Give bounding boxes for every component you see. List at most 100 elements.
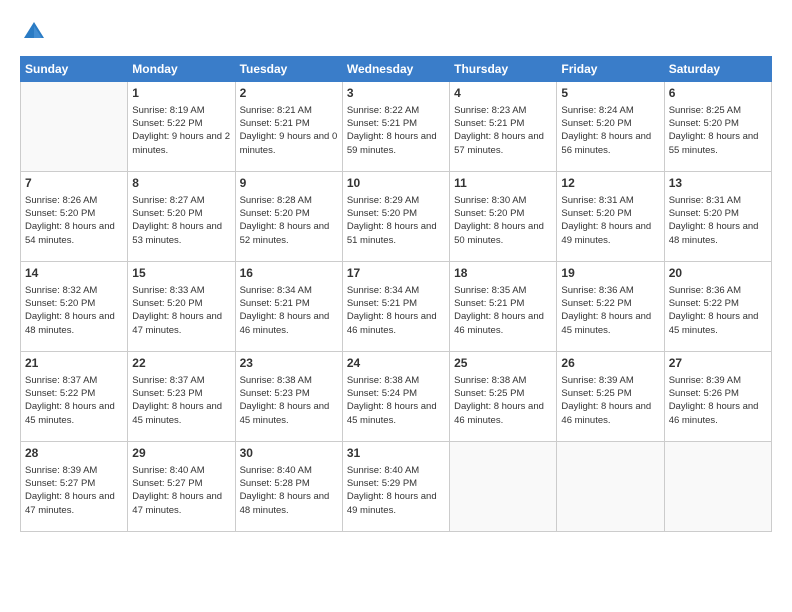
day-number: 2 <box>240 85 338 102</box>
day-cell: 23 Sunrise: 8:38 AMSunset: 5:23 PMDayligh… <box>235 352 342 442</box>
day-number: 10 <box>347 175 445 192</box>
day-info: Sunrise: 8:34 AMSunset: 5:21 PMDaylight:… <box>240 284 338 337</box>
day-info: Sunrise: 8:36 AMSunset: 5:22 PMDaylight:… <box>561 284 659 337</box>
day-number: 15 <box>132 265 230 282</box>
day-info: Sunrise: 8:22 AMSunset: 5:21 PMDaylight:… <box>347 104 445 157</box>
day-cell: 5 Sunrise: 8:24 AMSunset: 5:20 PMDaylight… <box>557 82 664 172</box>
day-number: 11 <box>454 175 552 192</box>
day-number: 14 <box>25 265 123 282</box>
day-cell: 22 Sunrise: 8:37 AMSunset: 5:23 PMDayligh… <box>128 352 235 442</box>
day-info: Sunrise: 8:26 AMSunset: 5:20 PMDaylight:… <box>25 194 123 247</box>
weekday-header-monday: Monday <box>128 57 235 82</box>
day-cell: 26 Sunrise: 8:39 AMSunset: 5:25 PMDayligh… <box>557 352 664 442</box>
day-number: 17 <box>347 265 445 282</box>
day-number: 20 <box>669 265 767 282</box>
day-info: Sunrise: 8:40 AMSunset: 5:27 PMDaylight:… <box>132 464 230 517</box>
day-info: Sunrise: 8:38 AMSunset: 5:24 PMDaylight:… <box>347 374 445 427</box>
day-number: 21 <box>25 355 123 372</box>
day-info: Sunrise: 8:33 AMSunset: 5:20 PMDaylight:… <box>132 284 230 337</box>
day-cell <box>21 82 128 172</box>
day-cell: 30 Sunrise: 8:40 AMSunset: 5:28 PMDayligh… <box>235 442 342 532</box>
day-info: Sunrise: 8:37 AMSunset: 5:23 PMDaylight:… <box>132 374 230 427</box>
week-row-2: 7Sunrise: 8:26 AMSunset: 5:20 PMDaylight… <box>21 172 772 262</box>
day-cell: 17 Sunrise: 8:34 AMSunset: 5:21 PMDayligh… <box>342 262 449 352</box>
week-row-4: 21 Sunrise: 8:37 AMSunset: 5:22 PMDayligh… <box>21 352 772 442</box>
weekday-header-friday: Friday <box>557 57 664 82</box>
day-number: 3 <box>347 85 445 102</box>
day-cell: 1 Sunrise: 8:19 AMSunset: 5:22 PMDaylight… <box>128 82 235 172</box>
day-info: Sunrise: 8:38 AMSunset: 5:23 PMDaylight:… <box>240 374 338 427</box>
day-number: 30 <box>240 445 338 462</box>
day-info: Sunrise: 8:28 AMSunset: 5:20 PMDaylight:… <box>240 194 338 247</box>
day-cell: 6Sunrise: 8:25 AMSunset: 5:20 PMDaylight… <box>664 82 771 172</box>
day-cell: 19 Sunrise: 8:36 AMSunset: 5:22 PMDayligh… <box>557 262 664 352</box>
day-info: Sunrise: 8:24 AMSunset: 5:20 PMDaylight:… <box>561 104 659 157</box>
weekday-header-saturday: Saturday <box>664 57 771 82</box>
day-cell: 29 Sunrise: 8:40 AMSunset: 5:27 PMDayligh… <box>128 442 235 532</box>
day-cell: 2 Sunrise: 8:21 AMSunset: 5:21 PMDaylight… <box>235 82 342 172</box>
day-info: Sunrise: 8:29 AMSunset: 5:20 PMDaylight:… <box>347 194 445 247</box>
day-info: Sunrise: 8:19 AMSunset: 5:22 PMDaylight:… <box>132 104 230 157</box>
day-number: 26 <box>561 355 659 372</box>
day-info: Sunrise: 8:23 AMSunset: 5:21 PMDaylight:… <box>454 104 552 157</box>
week-row-5: 28 Sunrise: 8:39 AMSunset: 5:27 PMDayligh… <box>21 442 772 532</box>
day-info: Sunrise: 8:30 AMSunset: 5:20 PMDaylight:… <box>454 194 552 247</box>
day-cell: 11 Sunrise: 8:30 AMSunset: 5:20 PMDayligh… <box>450 172 557 262</box>
day-cell: 18Sunrise: 8:35 AMSunset: 5:21 PMDayligh… <box>450 262 557 352</box>
day-cell: 7Sunrise: 8:26 AMSunset: 5:20 PMDaylight… <box>21 172 128 262</box>
day-info: Sunrise: 8:39 AMSunset: 5:25 PMDaylight:… <box>561 374 659 427</box>
day-info: Sunrise: 8:21 AMSunset: 5:21 PMDaylight:… <box>240 104 338 157</box>
day-number: 25 <box>454 355 552 372</box>
weekday-header-wednesday: Wednesday <box>342 57 449 82</box>
day-info: Sunrise: 8:40 AMSunset: 5:28 PMDaylight:… <box>240 464 338 517</box>
day-info: Sunrise: 8:25 AMSunset: 5:20 PMDaylight:… <box>669 104 767 157</box>
day-cell: 27Sunrise: 8:39 AMSunset: 5:26 PMDayligh… <box>664 352 771 442</box>
page: SundayMondayTuesdayWednesdayThursdayFrid… <box>0 0 792 612</box>
weekday-header-tuesday: Tuesday <box>235 57 342 82</box>
day-number: 19 <box>561 265 659 282</box>
weekday-header-thursday: Thursday <box>450 57 557 82</box>
weekday-header-sunday: Sunday <box>21 57 128 82</box>
day-number: 9 <box>240 175 338 192</box>
day-cell: 24 Sunrise: 8:38 AMSunset: 5:24 PMDayligh… <box>342 352 449 442</box>
day-cell <box>557 442 664 532</box>
logo-icon <box>20 18 48 46</box>
day-number: 24 <box>347 355 445 372</box>
day-cell: 12Sunrise: 8:31 AMSunset: 5:20 PMDayligh… <box>557 172 664 262</box>
day-info: Sunrise: 8:27 AMSunset: 5:20 PMDaylight:… <box>132 194 230 247</box>
calendar-table: SundayMondayTuesdayWednesdayThursdayFrid… <box>20 56 772 532</box>
day-number: 22 <box>132 355 230 372</box>
day-cell <box>664 442 771 532</box>
day-info: Sunrise: 8:36 AMSunset: 5:22 PMDaylight:… <box>669 284 767 337</box>
day-number: 5 <box>561 85 659 102</box>
day-number: 28 <box>25 445 123 462</box>
day-number: 1 <box>132 85 230 102</box>
day-info: Sunrise: 8:34 AMSunset: 5:21 PMDaylight:… <box>347 284 445 337</box>
day-cell: 31 Sunrise: 8:40 AMSunset: 5:29 PMDayligh… <box>342 442 449 532</box>
day-cell: 8 Sunrise: 8:27 AMSunset: 5:20 PMDaylight… <box>128 172 235 262</box>
day-info: Sunrise: 8:32 AMSunset: 5:20 PMDaylight:… <box>25 284 123 337</box>
day-cell: 21 Sunrise: 8:37 AMSunset: 5:22 PMDayligh… <box>21 352 128 442</box>
day-number: 23 <box>240 355 338 372</box>
day-number: 18 <box>454 265 552 282</box>
day-info: Sunrise: 8:31 AMSunset: 5:20 PMDaylight:… <box>669 194 767 247</box>
day-info: Sunrise: 8:31 AMSunset: 5:20 PMDaylight:… <box>561 194 659 247</box>
day-number: 8 <box>132 175 230 192</box>
week-row-1: 1 Sunrise: 8:19 AMSunset: 5:22 PMDaylight… <box>21 82 772 172</box>
logo <box>20 18 52 46</box>
day-cell: 3 Sunrise: 8:22 AMSunset: 5:21 PMDaylight… <box>342 82 449 172</box>
day-number: 31 <box>347 445 445 462</box>
day-cell: 28 Sunrise: 8:39 AMSunset: 5:27 PMDayligh… <box>21 442 128 532</box>
day-info: Sunrise: 8:38 AMSunset: 5:25 PMDaylight:… <box>454 374 552 427</box>
day-cell: 13Sunrise: 8:31 AMSunset: 5:20 PMDayligh… <box>664 172 771 262</box>
header <box>20 18 772 46</box>
day-cell: 9 Sunrise: 8:28 AMSunset: 5:20 PMDaylight… <box>235 172 342 262</box>
day-number: 29 <box>132 445 230 462</box>
day-number: 16 <box>240 265 338 282</box>
day-info: Sunrise: 8:37 AMSunset: 5:22 PMDaylight:… <box>25 374 123 427</box>
day-number: 4 <box>454 85 552 102</box>
day-info: Sunrise: 8:39 AMSunset: 5:27 PMDaylight:… <box>25 464 123 517</box>
day-info: Sunrise: 8:39 AMSunset: 5:26 PMDaylight:… <box>669 374 767 427</box>
day-info: Sunrise: 8:40 AMSunset: 5:29 PMDaylight:… <box>347 464 445 517</box>
day-cell <box>450 442 557 532</box>
